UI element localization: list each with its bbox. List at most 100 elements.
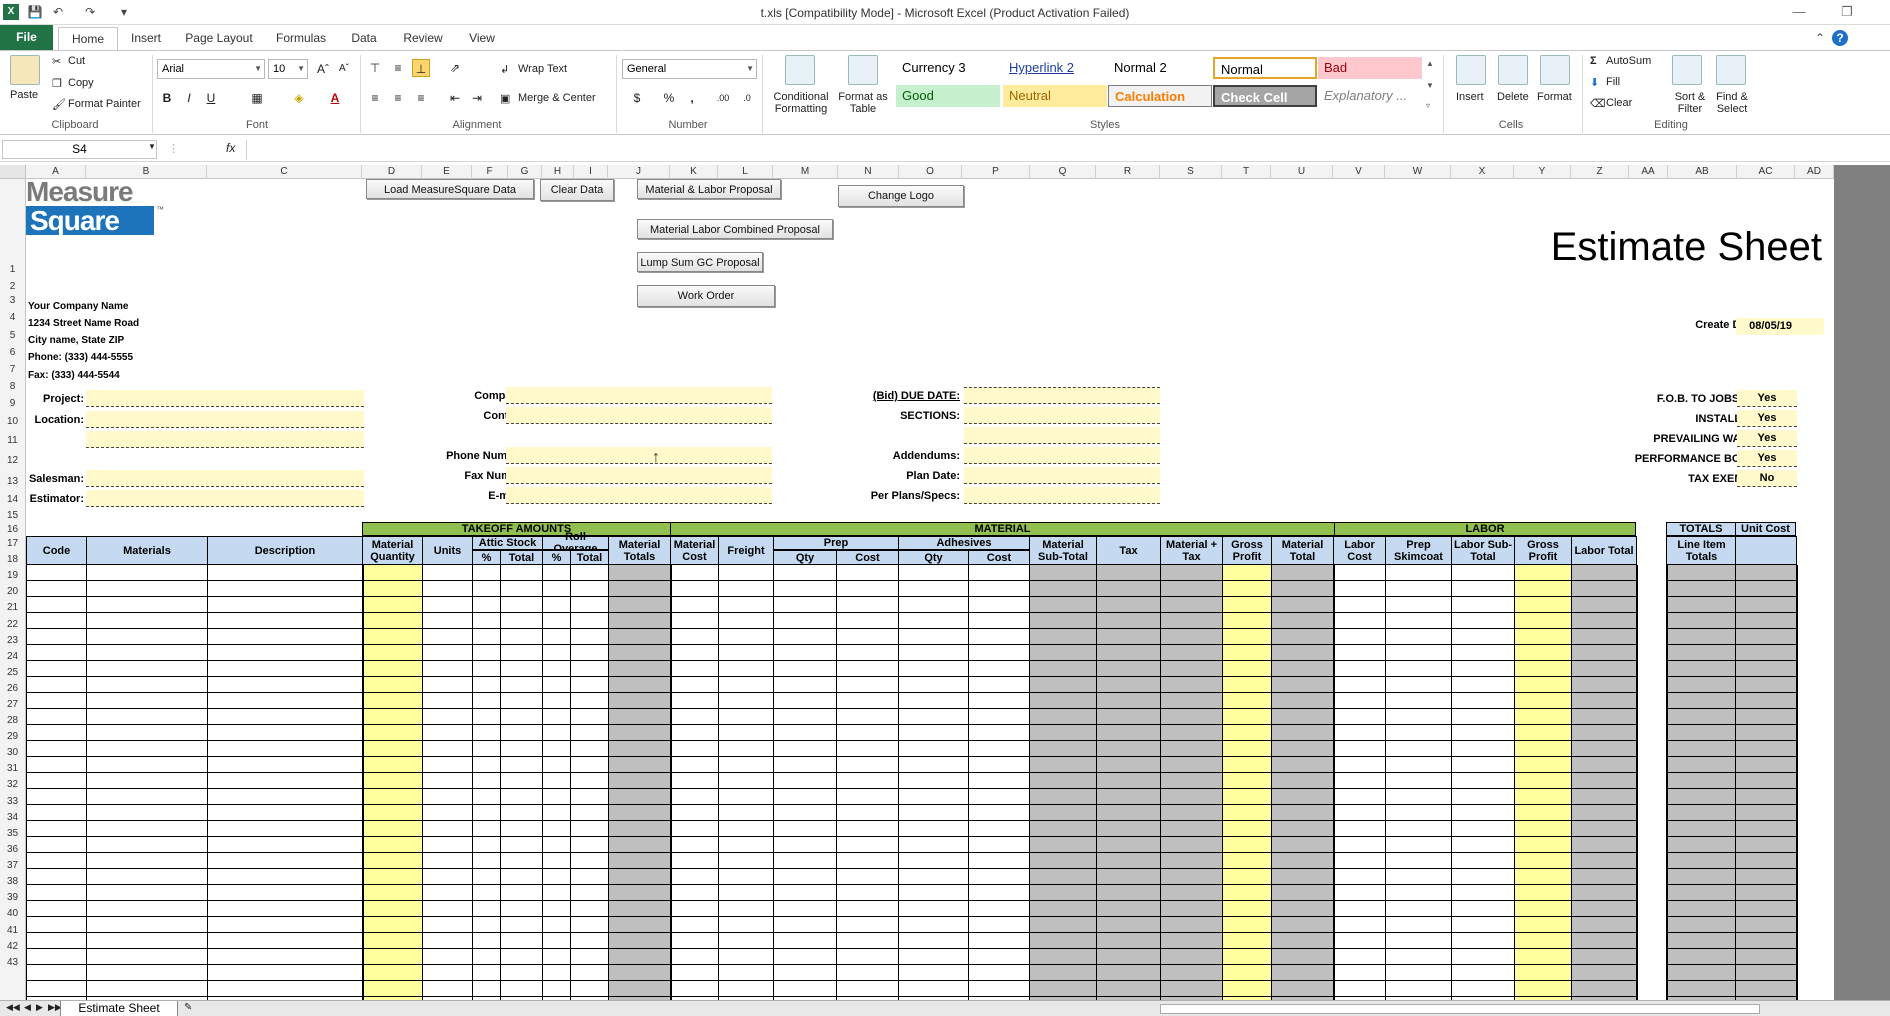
column-header-H[interactable]: H: [542, 165, 574, 179]
copy-icon[interactable]: ❐: [52, 77, 62, 90]
column-header-Q[interactable]: Q: [1030, 165, 1096, 179]
sections-field-2[interactable]: [964, 427, 1160, 444]
font-size-combo[interactable]: 10 ▼: [268, 59, 308, 79]
gallery-scroll-up-icon[interactable]: ▲: [1426, 59, 1434, 68]
row-header-25[interactable]: 25: [0, 665, 25, 681]
row-header-2[interactable]: 2: [0, 281, 25, 293]
column-header-R[interactable]: R: [1096, 165, 1160, 179]
clear-button[interactable]: Clear: [1606, 97, 1632, 109]
fax-number-field[interactable]: [506, 467, 772, 484]
row-header-41[interactable]: 41: [0, 922, 25, 939]
row-header-28[interactable]: 28: [0, 713, 25, 729]
decrease-indent-icon[interactable]: ⇤: [446, 89, 464, 107]
row-header-42[interactable]: 42: [0, 939, 25, 955]
tab-review[interactable]: Review: [395, 27, 451, 50]
location-field-2[interactable]: [86, 431, 364, 448]
delete-cells-button[interactable]: Delete: [1497, 91, 1529, 103]
row-header-5[interactable]: 5: [0, 327, 25, 344]
row-header-33[interactable]: 33: [0, 793, 25, 810]
row-header-23[interactable]: 23: [0, 633, 25, 649]
column-header-Z[interactable]: Z: [1571, 165, 1629, 179]
autosum-button[interactable]: AutoSum: [1606, 55, 1651, 67]
plan-date-field[interactable]: [964, 467, 1160, 484]
help-icon[interactable]: ?: [1832, 30, 1848, 46]
column-header-B[interactable]: B: [86, 165, 207, 179]
paste-button[interactable]: Paste: [10, 89, 38, 101]
row-header-15[interactable]: 15: [0, 508, 25, 524]
row-header-18[interactable]: 18: [0, 552, 25, 568]
format-painter-button[interactable]: Format Painter: [68, 98, 141, 110]
cell-style-neutral[interactable]: Neutral: [1003, 85, 1107, 107]
clear-data-button[interactable]: Clear Data: [540, 179, 614, 201]
material-labor-proposal-button[interactable]: Material & Labor Proposal: [637, 179, 781, 199]
format-cells-icon[interactable]: [1540, 55, 1570, 85]
tab-data[interactable]: Data: [342, 27, 386, 50]
font-color-icon[interactable]: A: [326, 89, 344, 107]
increase-decimal-icon[interactable]: .00: [714, 89, 732, 107]
percent-button[interactable]: %: [660, 89, 678, 107]
column-header-A[interactable]: A: [26, 165, 86, 179]
row-header-39[interactable]: 39: [0, 890, 25, 906]
insert-cells-button[interactable]: Insert: [1456, 91, 1484, 103]
align-bottom-icon[interactable]: ⊥: [412, 59, 430, 77]
flag-value-1[interactable]: Yes: [1737, 410, 1797, 427]
copy-button[interactable]: Copy: [68, 77, 94, 89]
next-sheet-icon[interactable]: ▶: [36, 1002, 43, 1013]
column-header-T[interactable]: T: [1222, 165, 1271, 179]
row-header-43[interactable]: 43: [0, 955, 25, 971]
merge-center-button[interactable]: Merge & Center: [518, 92, 596, 104]
row-header-32[interactable]: 32: [0, 777, 25, 793]
paste-icon[interactable]: [10, 55, 40, 85]
column-header-AB[interactable]: AB: [1668, 165, 1737, 179]
cut-icon[interactable]: ✂: [52, 55, 61, 68]
align-right-icon[interactable]: ≡: [412, 89, 430, 107]
formula-options-icon[interactable]: ⋮: [168, 142, 179, 155]
insert-function-button[interactable]: fx: [226, 141, 235, 155]
currency-button[interactable]: $: [628, 89, 646, 107]
align-middle-icon[interactable]: ≡: [389, 59, 407, 77]
restore-icon[interactable]: ❐: [1830, 2, 1864, 22]
row-header-14[interactable]: 14: [0, 491, 25, 508]
contact-field[interactable]: [506, 407, 772, 424]
column-header-K[interactable]: K: [670, 165, 718, 179]
column-header-E[interactable]: E: [422, 165, 472, 179]
wrap-text-button[interactable]: Wrap Text: [518, 63, 567, 75]
row-header-35[interactable]: 35: [0, 826, 25, 842]
row-header-4[interactable]: 4: [0, 309, 25, 327]
format-painter-icon[interactable]: 🖌: [52, 98, 66, 111]
cell-style-check-cell[interactable]: Check Cell: [1213, 85, 1317, 107]
row-header-6[interactable]: 6: [0, 344, 25, 361]
align-left-icon[interactable]: ≡: [366, 89, 384, 107]
worksheet[interactable]: Measure Square ™ Load MeasureSquare Data…: [26, 179, 1834, 1000]
format-as-table-button[interactable]: Format as Table: [838, 91, 888, 115]
company-field[interactable]: [506, 387, 772, 404]
row-header-24[interactable]: 24: [0, 649, 25, 665]
row-header-21[interactable]: 21: [0, 600, 25, 616]
phone-number-field[interactable]: [506, 447, 772, 464]
lump-sum-gc-proposal-button[interactable]: Lump Sum GC Proposal: [637, 252, 763, 272]
row-header-37[interactable]: 37: [0, 858, 25, 874]
load-measuresquare-data-button[interactable]: Load MeasureSquare Data: [366, 179, 534, 199]
find-select-button[interactable]: Find & Select: [1712, 91, 1752, 115]
new-sheet-icon[interactable]: ✎: [184, 1002, 192, 1013]
underline-button[interactable]: U: [202, 89, 220, 107]
row-header-8[interactable]: 8: [0, 378, 25, 395]
delete-cells-icon[interactable]: [1498, 55, 1528, 85]
cell-style-normal-2[interactable]: Normal 2: [1108, 57, 1212, 79]
gallery-more-icon[interactable]: ▿: [1426, 101, 1430, 110]
cell-style-hyperlink-2[interactable]: Hyperlink 2: [1003, 57, 1107, 79]
tab-formulas[interactable]: Formulas: [268, 27, 334, 50]
format-cells-button[interactable]: Format: [1537, 91, 1572, 103]
cell-style-bad[interactable]: Bad: [1318, 57, 1422, 79]
column-header-AD[interactable]: AD: [1795, 165, 1834, 179]
chevron-down-icon[interactable]: ▼: [148, 142, 156, 151]
borders-icon[interactable]: ▦: [248, 89, 266, 107]
addendums-field[interactable]: [964, 447, 1160, 464]
tab-view[interactable]: View: [460, 27, 504, 50]
column-header-C[interactable]: C: [207, 165, 362, 179]
column-header-L[interactable]: L: [718, 165, 773, 179]
row-header-7[interactable]: 7: [0, 361, 25, 378]
row-header-13[interactable]: 13: [0, 472, 25, 491]
row-header-17[interactable]: 17: [0, 536, 25, 552]
project-field[interactable]: [86, 390, 364, 407]
